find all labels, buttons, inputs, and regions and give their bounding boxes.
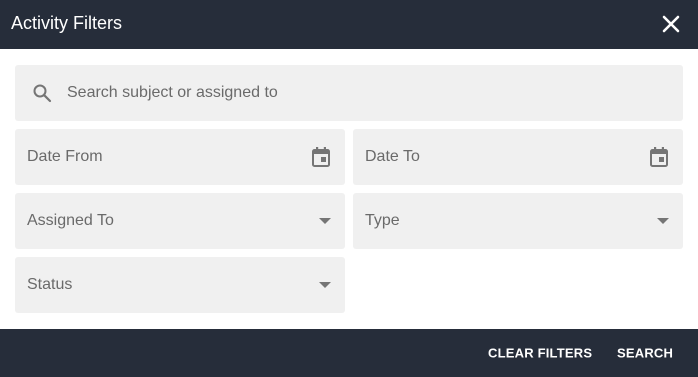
close-icon: [660, 13, 682, 35]
type-select[interactable]: Type: [353, 193, 683, 249]
dialog-header: Activity Filters: [0, 0, 698, 49]
activity-filters-dialog: Activity Filters Search subject or assig…: [0, 0, 698, 377]
assigned-to-select[interactable]: Assigned To: [15, 193, 345, 249]
dropdown-arrow-icon: [657, 218, 669, 224]
dropdown-arrow-icon: [319, 218, 331, 224]
search-icon: [32, 83, 52, 103]
date-to-field[interactable]: Date To: [353, 129, 683, 185]
type-label: Type: [365, 212, 400, 229]
search-placeholder: Search subject or assigned to: [67, 84, 278, 101]
date-to-label: Date To: [365, 148, 420, 165]
status-label: Status: [27, 276, 73, 293]
calendar-icon[interactable]: [311, 146, 331, 168]
dialog-title: Activity Filters: [11, 13, 123, 33]
calendar-icon[interactable]: [649, 146, 669, 168]
search-input[interactable]: Search subject or assigned to: [15, 65, 683, 121]
dropdown-arrow-icon: [319, 282, 331, 288]
close-button[interactable]: [660, 13, 682, 35]
clear-filters-button[interactable]: CLEAR FILTERS: [488, 346, 592, 361]
date-from-label: Date From: [27, 148, 103, 165]
date-from-field[interactable]: Date From: [15, 129, 345, 185]
search-button[interactable]: SEARCH: [617, 346, 673, 361]
status-select[interactable]: Status: [15, 257, 345, 313]
assigned-to-label: Assigned To: [27, 212, 114, 229]
dialog-footer: CLEAR FILTERS SEARCH: [0, 329, 698, 377]
